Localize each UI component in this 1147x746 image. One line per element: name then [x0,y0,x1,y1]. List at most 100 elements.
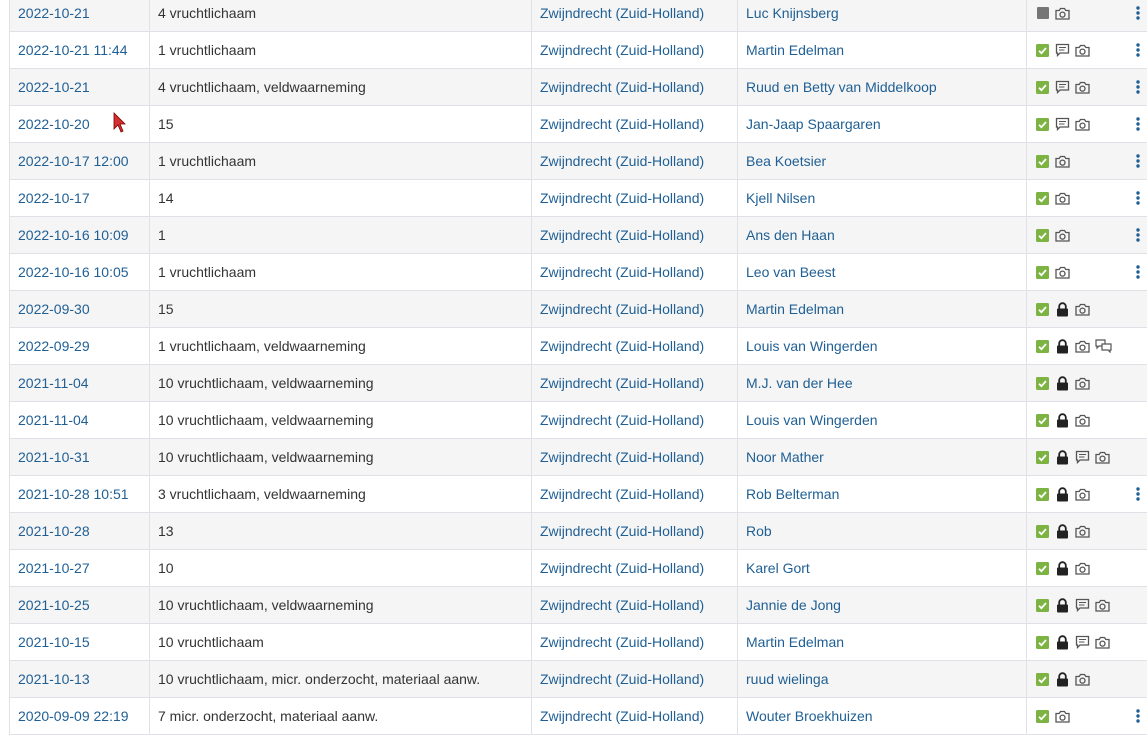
camera-icon[interactable] [1055,191,1070,206]
camera-icon[interactable] [1075,376,1090,391]
observer-link[interactable]: Noor Mather [746,449,824,465]
row-menu-kebab-icon[interactable] [1132,115,1144,133]
camera-icon[interactable] [1075,339,1090,354]
observer-link[interactable]: Leo van Beest [746,264,836,280]
observation-date-link[interactable]: 2022-09-29 [18,338,90,354]
location-link[interactable]: Zwijndrecht (Zuid-Holland) [540,264,704,280]
camera-icon[interactable] [1075,524,1090,539]
camera-icon[interactable] [1055,154,1070,169]
observer-link[interactable]: Luc Knijnsberg [746,5,839,21]
row-menu-kebab-icon[interactable] [1132,707,1144,725]
observation-date-link[interactable]: 2022-10-17 [18,190,90,206]
observation-date-link[interactable]: 2021-10-28 10:51 [18,486,129,502]
row-menu-kebab-icon[interactable] [1132,485,1144,503]
row-menu-kebab-icon[interactable] [1132,263,1144,281]
camera-icon[interactable] [1075,487,1090,502]
location-link[interactable]: Zwijndrecht (Zuid-Holland) [540,338,704,354]
row-menu-kebab-icon[interactable] [1132,4,1144,22]
camera-icon[interactable] [1075,80,1090,95]
location-link[interactable]: Zwijndrecht (Zuid-Holland) [540,153,704,169]
row-menu-kebab-icon[interactable] [1132,152,1144,170]
comment-icon[interactable] [1055,43,1070,58]
observation-date-link[interactable]: 2021-11-04 [18,412,89,428]
observer-link[interactable]: Kjell Nilsen [746,190,815,206]
location-link[interactable]: Zwijndrecht (Zuid-Holland) [540,708,704,724]
observer-link[interactable]: Karel Gort [746,560,810,576]
location-link[interactable]: Zwijndrecht (Zuid-Holland) [540,597,704,613]
camera-icon[interactable] [1095,450,1110,465]
camera-icon[interactable] [1075,561,1090,576]
location-link[interactable]: Zwijndrecht (Zuid-Holland) [540,486,704,502]
discussion-icon[interactable] [1095,339,1112,354]
camera-icon[interactable] [1055,709,1070,724]
row-menu-kebab-icon[interactable] [1132,78,1144,96]
observation-date-link[interactable]: 2021-10-15 [18,634,90,650]
location-link[interactable]: Zwijndrecht (Zuid-Holland) [540,301,704,317]
observer-link[interactable]: Louis van Wingerden [746,338,878,354]
observer-link[interactable]: Rob [746,523,772,539]
camera-icon[interactable] [1055,228,1070,243]
camera-icon[interactable] [1095,598,1110,613]
observation-date-link[interactable]: 2022-10-21 [18,5,90,21]
location-link[interactable]: Zwijndrecht (Zuid-Holland) [540,560,704,576]
observer-link[interactable]: Wouter Broekhuizen [746,708,873,724]
observation-date-link[interactable]: 2022-10-21 11:44 [18,42,128,58]
observer-link[interactable]: Martin Edelman [746,301,844,317]
camera-icon[interactable] [1055,6,1070,21]
observer-link[interactable]: Ans den Haan [746,227,835,243]
camera-icon[interactable] [1075,43,1090,58]
comment-icon[interactable] [1075,450,1090,465]
location-link[interactable]: Zwijndrecht (Zuid-Holland) [540,116,704,132]
observer-link[interactable]: Jannie de Jong [746,597,841,613]
location-link[interactable]: Zwijndrecht (Zuid-Holland) [540,412,704,428]
observation-date-link[interactable]: 2022-10-17 12:00 [18,153,129,169]
comment-icon[interactable] [1055,117,1070,132]
observation-date-link[interactable]: 2021-11-04 [18,375,89,391]
observer-link[interactable]: Ruud en Betty van Middelkoop [746,79,937,95]
location-link[interactable]: Zwijndrecht (Zuid-Holland) [540,375,704,391]
observer-link[interactable]: Martin Edelman [746,42,844,58]
observer-link[interactable]: ruud wielinga [746,671,829,687]
camera-icon[interactable] [1055,265,1070,280]
camera-icon[interactable] [1075,117,1090,132]
observation-date-link[interactable]: 2021-10-13 [18,671,90,687]
observer-cell: Ruud en Betty van Middelkoop [737,68,1027,106]
observation-date-link[interactable]: 2022-10-16 10:05 [18,264,129,280]
observation-date-link[interactable]: 2020-09-09 22:19 [18,708,129,724]
location-link[interactable]: Zwijndrecht (Zuid-Holland) [540,634,704,650]
comment-icon[interactable] [1055,80,1070,95]
camera-icon[interactable] [1075,672,1090,687]
row-menu-kebab-icon[interactable] [1132,189,1144,207]
comment-icon[interactable] [1075,635,1090,650]
observer-link[interactable]: Bea Koetsier [746,153,826,169]
observation-date-link[interactable]: 2021-10-28 [18,523,90,539]
observer-link[interactable]: Louis van Wingerden [746,412,878,428]
camera-icon[interactable] [1095,635,1110,650]
observation-date-link[interactable]: 2022-09-30 [18,301,90,317]
row-menu-kebab-icon[interactable] [1132,226,1144,244]
observation-date-link[interactable]: 2021-10-27 [18,560,90,576]
location-link[interactable]: Zwijndrecht (Zuid-Holland) [540,523,704,539]
observations-table-body: 2022-10-21 4 vruchtlichaam Zwijndrecht (Zu… [9,0,1147,735]
observation-date-link[interactable]: 2022-10-16 10:09 [18,227,129,243]
observation-date-link[interactable]: 2022-10-21 [18,79,90,95]
camera-icon[interactable] [1075,302,1090,317]
location-cell: Zwijndrecht (Zuid-Holland) [531,327,738,365]
comment-icon[interactable] [1075,598,1090,613]
observer-link[interactable]: Jan-Jaap Spaargaren [746,116,881,132]
observation-date-link[interactable]: 2021-10-25 [18,597,90,613]
camera-icon[interactable] [1075,413,1090,428]
location-link[interactable]: Zwijndrecht (Zuid-Holland) [540,227,704,243]
location-link[interactable]: Zwijndrecht (Zuid-Holland) [540,42,704,58]
row-menu-kebab-icon[interactable] [1132,41,1144,59]
location-link[interactable]: Zwijndrecht (Zuid-Holland) [540,449,704,465]
observer-link[interactable]: Rob Belterman [746,486,839,502]
location-link[interactable]: Zwijndrecht (Zuid-Holland) [540,5,704,21]
observer-link[interactable]: M.J. van der Hee [746,375,853,391]
observation-date-link[interactable]: 2021-10-31 [18,449,90,465]
observer-link[interactable]: Martin Edelman [746,634,844,650]
location-link[interactable]: Zwijndrecht (Zuid-Holland) [540,190,704,206]
location-link[interactable]: Zwijndrecht (Zuid-Holland) [540,79,704,95]
observation-date-link[interactable]: 2022-10-20 [18,116,90,132]
location-link[interactable]: Zwijndrecht (Zuid-Holland) [540,671,704,687]
